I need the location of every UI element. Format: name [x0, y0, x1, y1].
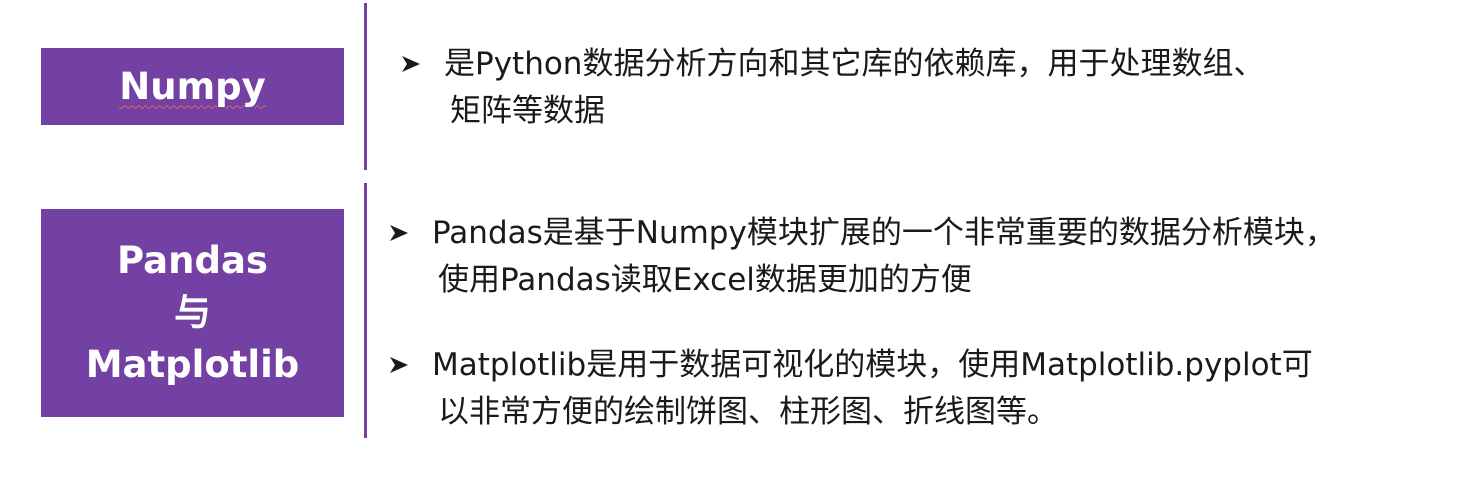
- pandas-label: Pandas: [117, 239, 268, 282]
- numpy-description: 是Python数据分析方向和其它库的依赖库，用于处理数组、 矩阵等数据: [400, 41, 1400, 135]
- pandas-description: Pandas是基于Numpy模块扩展的一个非常重要的数据分析模块， 使用Pand…: [388, 210, 1473, 304]
- numpy-divider: [364, 3, 367, 170]
- numpy-description-line2: 矩阵等数据: [450, 93, 605, 129]
- arrow-bullet-icon: [400, 41, 444, 74]
- arrow-bullet-icon: [388, 210, 432, 243]
- matplotlib-label: Matplotlib: [85, 343, 300, 386]
- pandas-description-line2: 使用Pandas读取Excel数据更加的方便: [438, 262, 972, 298]
- matplotlib-description-line2: 以非常方便的绘制饼图、柱形图、折线图等。: [438, 394, 1058, 430]
- pandas-divider: [364, 183, 367, 438]
- matplotlib-description-line1: Matplotlib是用于数据可视化的模块，使用Matplotlib.pyplo…: [432, 347, 1313, 383]
- pandas-description-line1: Pandas是基于Numpy模块扩展的一个非常重要的数据分析模块，: [432, 215, 1336, 251]
- numpy-label: Numpy: [119, 64, 266, 108]
- connector-label: 与: [174, 291, 211, 334]
- matplotlib-description: Matplotlib是用于数据可视化的模块，使用Matplotlib.pyplo…: [388, 342, 1473, 436]
- pandas-matplotlib-label-box: Pandas 与 Matplotlib: [41, 209, 344, 417]
- numpy-description-line1: 是Python数据分析方向和其它库的依赖库，用于处理数组、: [444, 46, 1265, 82]
- numpy-label-box: Numpy: [41, 48, 344, 125]
- arrow-bullet-icon: [388, 342, 432, 375]
